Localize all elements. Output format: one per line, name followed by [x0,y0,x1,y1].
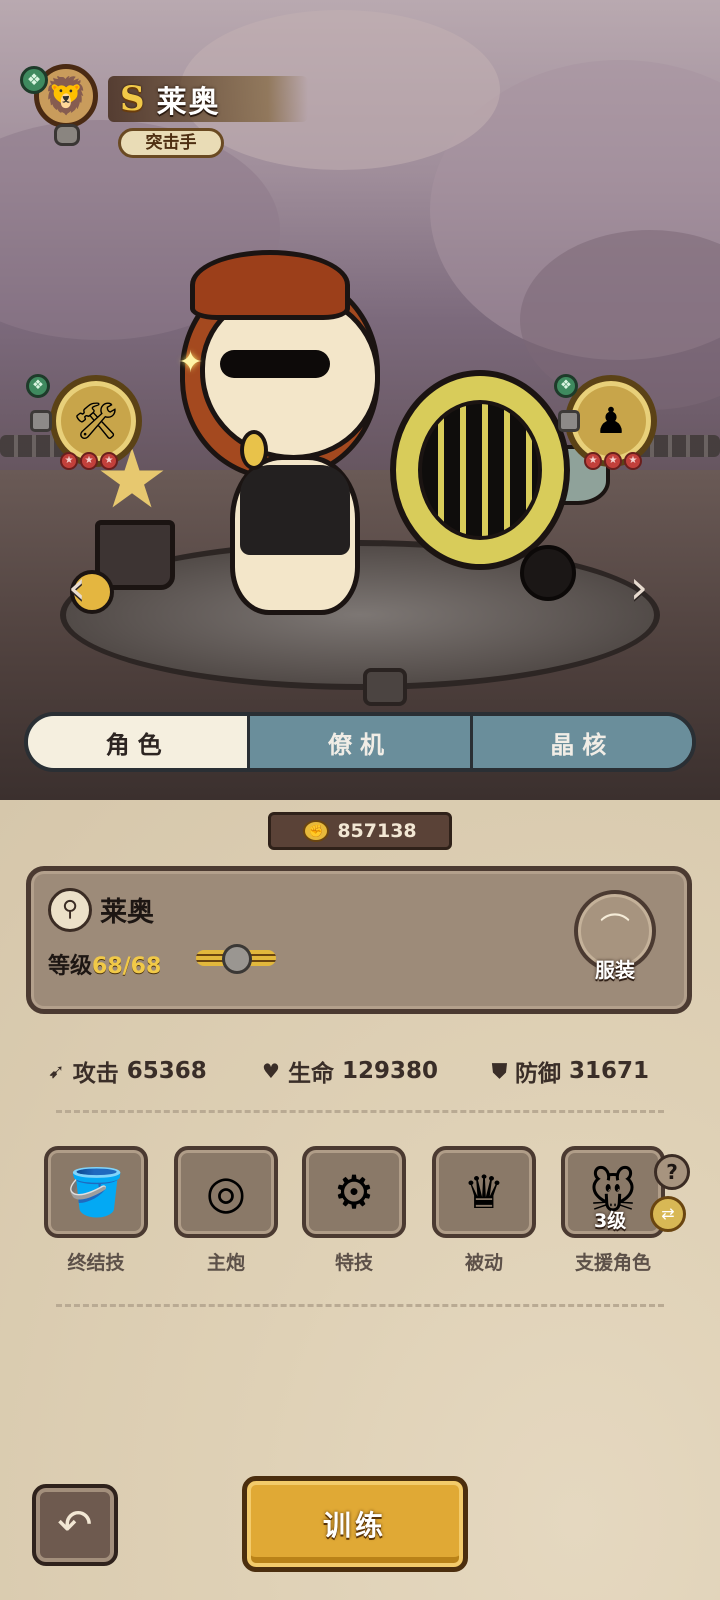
star-rating: ★ ★ ★ [60,452,118,470]
back-arrow-icon: ↶ [57,1500,93,1549]
attack-stat: ➹ 攻击 65368 [48,1054,207,1088]
level-label: 等级 [48,954,93,979]
level-text: 等级68/68 [48,948,161,980]
skill-ultimate-button[interactable]: 🪣 [44,1146,148,1238]
sword-icon: ➹ [48,1059,65,1083]
gear-icon: ⚙ [333,1165,375,1219]
vehicle-icon: 🛠 [73,401,119,442]
star-icon: ★ [624,452,642,470]
hero-jacket [240,465,350,555]
tab-character[interactable]: 角色 [28,716,248,768]
clover-rune-icon: ❖ [26,374,50,398]
star-icon: ★ [604,452,622,470]
defense-stat: ⛊ 防御 31671 [492,1054,649,1088]
attack-value: 65368 [126,1058,207,1084]
star-icon: ★ [100,452,118,470]
divider [56,1304,664,1307]
ring-cannon-icon: ◎ [205,1165,247,1219]
bucket-burst-icon: 🪣 [67,1164,125,1219]
star-icon: ★ [584,452,602,470]
vehicle-grill [418,400,542,540]
swap-icon[interactable]: ⇄ [650,1196,686,1232]
currency-display: ✊ 857138 [268,812,452,850]
next-hero-arrow-icon[interactable]: › [622,562,656,612]
clover-rune-icon: ❖ [554,374,578,398]
star-icon: ★ [80,452,98,470]
hanger-icon: ⌒ [600,912,630,947]
lock-icon [30,410,52,432]
hero-tabs: 角色 僚机 晶核 [24,712,696,772]
skill-main-cannon-label: 主炮 [206,1252,245,1274]
crown-arch-icon: ♛ [463,1165,505,1219]
star-rating: ★ ★ ★ [584,452,642,470]
defense-value: 31671 [569,1058,650,1084]
hero-character[interactable] [180,250,420,630]
winged-rank-badge-icon [196,944,276,976]
level-value: 68/68 [92,954,162,979]
hero-hat [190,250,350,320]
tab-wingman[interactable]: 僚机 [247,716,470,768]
skill-special-button[interactable]: ⚙ [302,1146,406,1238]
hero-name: 莱奥 [156,85,221,120]
defense-label: 防御 [515,1061,561,1087]
train-label: 训练 [322,1509,387,1542]
support-character-label: 支援角色 [574,1252,651,1274]
shield-icon: ⛊ [492,1059,507,1083]
sparkle-icon: ✦ [178,345,204,380]
rank-badge: S [120,79,145,119]
help-icon[interactable]: ? [654,1154,690,1190]
skill-passive-button[interactable]: ♛ [432,1146,536,1238]
tab-crystal-core[interactable]: 晶核 [469,716,692,768]
support-level-badge: 3级 [594,1210,627,1232]
heart-icon: ♥ [262,1059,280,1083]
stage-knob [363,668,407,706]
lock-icon [558,410,580,432]
vehicle-wheel [520,545,576,601]
hero-sunglasses [220,350,330,378]
currency-value: 857138 [337,820,417,842]
microphone-icon [240,430,268,470]
figure-icon: ♟ [594,400,628,442]
previous-hero-arrow-icon[interactable]: ‹ [60,562,94,612]
card-hero-name: 莱奥 [100,897,154,928]
skill-ultimate-label: 终结技 [67,1252,125,1274]
fist-coin-icon: ✊ [303,820,330,842]
back-button[interactable]: ↶ [32,1484,118,1566]
skill-special-label: 特技 [334,1252,373,1274]
magnifier-icon[interactable]: ⚲ [48,888,92,932]
star-icon: ★ [60,452,78,470]
badge-core [222,944,252,974]
skill-passive-label: 被动 [464,1252,503,1274]
health-label: 生命 [287,1061,334,1087]
health-value: 129380 [341,1058,438,1084]
health-stat: ♥ 生命 129380 [262,1054,438,1088]
attack-label: 攻击 [72,1061,119,1087]
role-badge: 突击手 [118,128,224,158]
clover-rune-icon: ❖ [20,66,48,94]
skill-main-cannon-button[interactable]: ◎ [174,1146,278,1238]
train-button[interactable]: 训练 [242,1476,468,1572]
hero-showcase-scene: ★ ✦ 🦁 ❖ S 莱奥 突击手 🛠 ❖ ★ ★ ★ ♟ ❖ ★ ★ ★ ‹ › [0,0,720,800]
medal-icon [54,124,80,146]
hero-title-bar: S 莱奥 [108,76,308,122]
divider [56,1110,664,1113]
outfit-label: 服装 [595,958,635,982]
